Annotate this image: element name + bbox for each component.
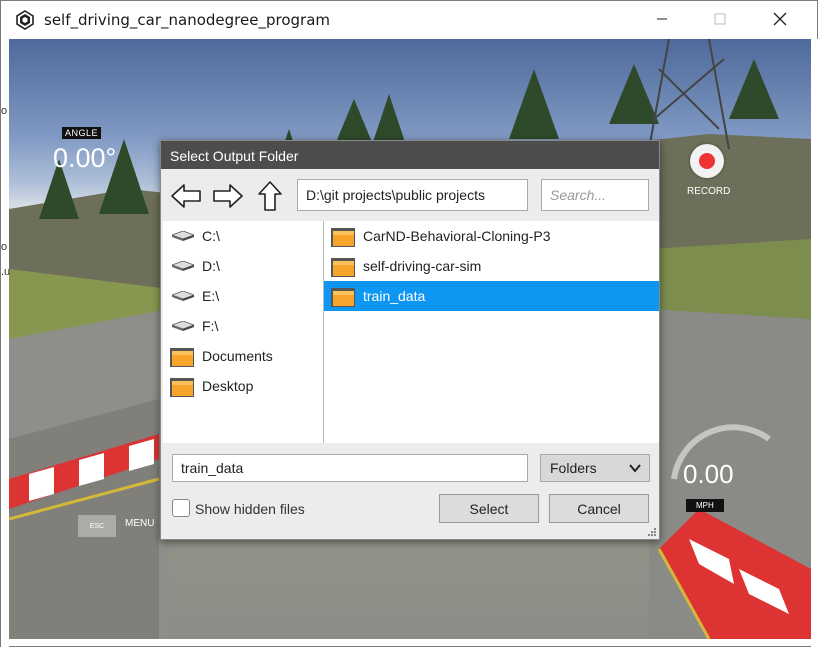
- minimize-icon: [657, 18, 667, 20]
- folder-list-pane: CarND-Behavioral-Cloning-P3 self-driving…: [324, 221, 659, 443]
- drive-icon: [172, 261, 194, 271]
- cancel-button[interactable]: Cancel: [549, 494, 649, 523]
- arrow-left-icon: [171, 184, 201, 208]
- location-item-d[interactable]: D:\: [163, 251, 323, 281]
- folder-item-selected[interactable]: train_data: [324, 281, 659, 311]
- location-item-f[interactable]: F:\: [163, 311, 323, 341]
- dialog-title: Select Output Folder: [161, 141, 659, 169]
- menu-label: MENU: [125, 518, 155, 529]
- folder-icon: [170, 378, 194, 397]
- angle-value: 0.00°: [53, 143, 117, 173]
- close-button[interactable]: [757, 1, 803, 37]
- search-input[interactable]: [541, 179, 649, 211]
- filter-select[interactable]: Folders: [540, 454, 650, 482]
- drive-icon: [172, 291, 194, 301]
- title-bar[interactable]: self_driving_car_nanodegree_program: [1, 1, 817, 39]
- chevron-down-icon: [629, 464, 641, 473]
- back-button[interactable]: [169, 179, 203, 213]
- show-hidden-checkbox[interactable]: [172, 499, 190, 517]
- location-label: F:\: [202, 318, 219, 334]
- close-icon: [773, 12, 787, 26]
- clipped-text: o: [1, 105, 8, 117]
- folder-icon: [331, 228, 355, 247]
- folder-item[interactable]: CarND-Behavioral-Cloning-P3: [324, 221, 659, 251]
- unity-icon: [16, 10, 34, 30]
- clipped-text: o: [1, 241, 8, 253]
- location-item-desktop[interactable]: Desktop: [163, 371, 323, 401]
- window-left-margin: [1, 1, 9, 648]
- location-label: Desktop: [202, 378, 254, 394]
- angle-label: ANGLE: [62, 127, 102, 139]
- record-label: RECORD: [687, 186, 731, 197]
- path-field[interactable]: D:\git projects\public projects: [297, 179, 528, 211]
- record-icon: [699, 153, 715, 169]
- forward-button[interactable]: [211, 179, 245, 213]
- location-label: C:\: [202, 228, 220, 244]
- location-item-documents[interactable]: Documents: [163, 341, 323, 371]
- drive-icon: [172, 321, 194, 331]
- record-button[interactable]: [690, 144, 724, 178]
- maximize-button[interactable]: [697, 1, 743, 37]
- locations-pane: C:\ D:\ E:\ F:\ Documents Desktop: [163, 221, 324, 443]
- esc-button[interactable]: ESC: [78, 515, 116, 537]
- show-hidden-label: Show hidden files: [195, 501, 305, 517]
- arrow-up-icon: [258, 181, 282, 211]
- app-window: self_driving_car_nanodegree_program o o …: [0, 0, 818, 648]
- folder-icon: [170, 348, 194, 367]
- filename-field[interactable]: train_data: [172, 454, 528, 482]
- folder-icon: [331, 258, 355, 277]
- window-right-margin: [811, 39, 818, 648]
- arrow-right-icon: [213, 184, 243, 208]
- minimize-button[interactable]: [639, 1, 685, 37]
- select-folder-dialog: Select Output Folder D:\git projects\pub…: [160, 140, 660, 540]
- location-item-e[interactable]: E:\: [163, 281, 323, 311]
- select-button[interactable]: Select: [439, 494, 539, 523]
- window-title: self_driving_car_nanodegree_program: [44, 11, 331, 29]
- folder-label: self-driving-car-sim: [363, 258, 482, 274]
- speed-value: 0.00: [683, 459, 734, 489]
- folder-icon: [331, 288, 355, 307]
- folder-label: CarND-Behavioral-Cloning-P3: [363, 228, 551, 244]
- resize-grip-icon[interactable]: [647, 527, 657, 537]
- folder-item[interactable]: self-driving-car-sim: [324, 251, 659, 281]
- location-item-c[interactable]: C:\: [163, 221, 323, 251]
- folder-label: train_data: [363, 288, 426, 304]
- maximize-icon: [714, 13, 726, 25]
- drive-icon: [172, 231, 194, 241]
- location-label: D:\: [202, 258, 220, 274]
- location-label: Documents: [202, 348, 273, 364]
- location-label: E:\: [202, 288, 220, 304]
- up-button[interactable]: [253, 179, 287, 213]
- speed-unit: MPH: [686, 499, 724, 512]
- filter-value: Folders: [550, 460, 597, 476]
- clipped-text: .u: [1, 266, 11, 278]
